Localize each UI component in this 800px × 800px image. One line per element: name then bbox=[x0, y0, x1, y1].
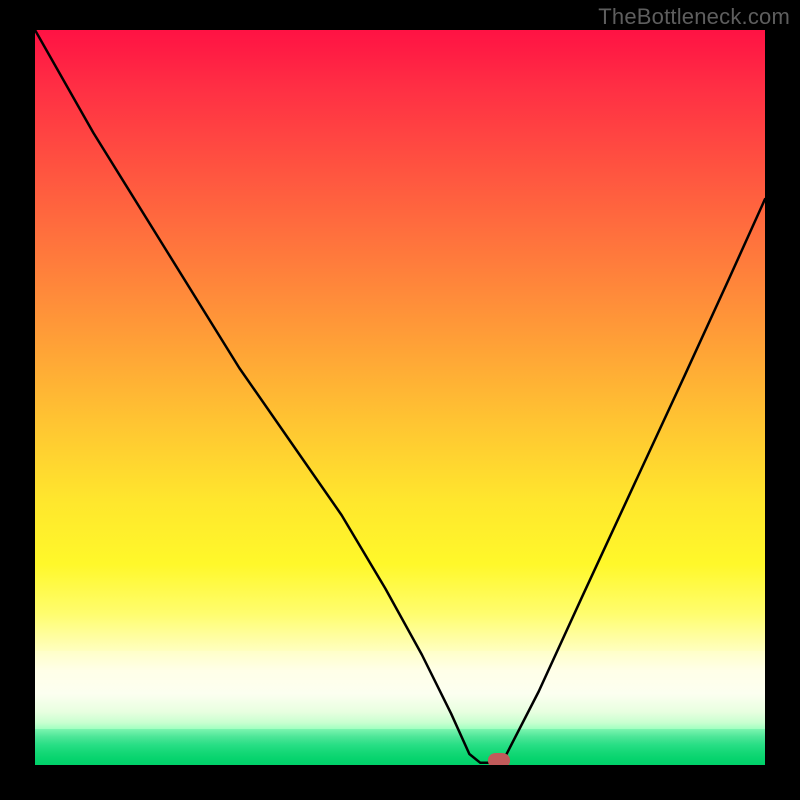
optimal-marker bbox=[488, 753, 510, 765]
bottleneck-curve bbox=[35, 30, 765, 765]
plot-area bbox=[35, 30, 765, 765]
chart-frame: TheBottleneck.com bbox=[0, 0, 800, 800]
watermark-label: TheBottleneck.com bbox=[598, 4, 790, 30]
